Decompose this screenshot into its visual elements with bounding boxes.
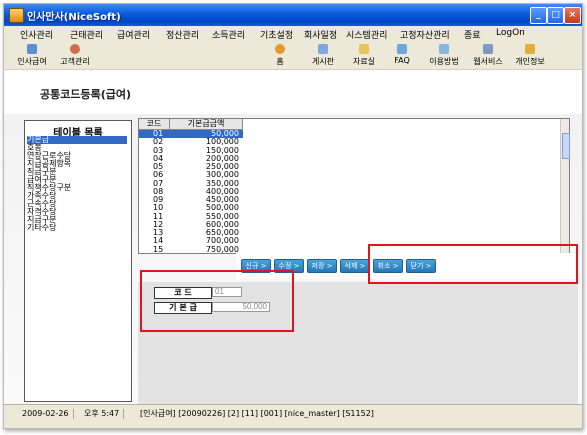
menu-attendance[interactable]: 근태관리: [70, 28, 103, 41]
menu-schedule[interactable]: 회사일정: [304, 28, 337, 41]
app-window: 인사만사(NiceSoft) _ □ × 인사관리 근태관리 급여관리 정산관리…: [3, 3, 583, 429]
menu-bar: 인사관리 근태관리 급여관리 정산관리 소득관리 기초설정 회사일정 시스템관리…: [4, 26, 582, 41]
maximize-button[interactable]: □: [547, 7, 564, 24]
scrollbar-thumb[interactable]: [562, 133, 570, 159]
table-list-panel: 테이블 목록 기본급 호봉 연장근로수당 지급공제항목 직급구분 급여구분 직책수당구분 가족…: [24, 120, 132, 402]
toolbar-privacy-button[interactable]: 개인정보: [512, 44, 548, 67]
row-amount: 750,000: [205, 244, 239, 254]
toolbar-customer-button[interactable]: 고객관리: [58, 44, 92, 67]
faq-icon: [397, 44, 407, 54]
main-content: 테이블 목록 기본급 호봉 연장근로수당 지급공제항목 직급구분 급여구분 직책수당구분 가족…: [4, 114, 582, 404]
toolbar-guide-button[interactable]: 이용방법: [426, 44, 462, 67]
annotation-box-form: [140, 270, 294, 332]
home-icon: [275, 44, 285, 54]
toolbar-customer-label: 고객관리: [60, 57, 90, 66]
table-list: 기본급 호봉 연장근로수당 지급공제항목 직급구분 급여구분 직책수당구분 가족수당 근속수당 자…: [27, 136, 127, 232]
status-info: [인사급여] [20090226] [2] [11] [001] [nice_m…: [140, 409, 374, 418]
menu-logon[interactable]: LogOn: [496, 28, 525, 38]
toolbar-payroll-button[interactable]: 인사급여: [16, 44, 48, 67]
toolbar-archive-label: 자료실: [352, 57, 376, 66]
table-row[interactable]: 15 750,000: [139, 244, 243, 254]
title-bar[interactable]: 인사만사(NiceSoft) _ □ ×: [4, 4, 582, 26]
menu-income[interactable]: 소득관리: [212, 28, 245, 41]
toolbar-board-button[interactable]: 게시판: [308, 44, 338, 67]
payroll-icon: [27, 44, 37, 54]
page-header: 공통코드등록(급여): [4, 70, 582, 114]
toolbar-faq-button[interactable]: FAQ: [392, 44, 412, 65]
row-code: 15: [153, 244, 164, 254]
save-button[interactable]: 저장 >: [307, 259, 337, 273]
status-time: 오후 5:47: [84, 409, 125, 419]
page-title: 공통코드등록(급여): [40, 88, 132, 101]
toolbar-web-service-label: 웹서비스: [473, 57, 503, 66]
guide-icon: [439, 44, 449, 54]
toolbar-board-label: 게시판: [311, 57, 335, 66]
menu-basic-settings[interactable]: 기초설정: [260, 28, 293, 41]
menu-exit[interactable]: 종료: [464, 28, 481, 41]
menu-hr[interactable]: 인사관리: [20, 28, 53, 41]
status-date: 2009-02-26: [22, 409, 74, 419]
app-icon: [9, 8, 24, 23]
toolbar-payroll-label: 인사급여: [17, 57, 47, 66]
table-list-item[interactable]: 기본급: [27, 136, 127, 144]
menu-payroll[interactable]: 급여관리: [117, 28, 150, 41]
toolbar-home-button[interactable]: 홈: [272, 44, 288, 67]
customer-icon: [70, 44, 80, 54]
toolbar-faq-label: FAQ: [394, 56, 410, 65]
status-bar: 2009-02-26 오후 5:47 [인사급여] [20090226] [2]…: [4, 404, 582, 428]
toolbar-privacy-label: 개인정보: [515, 57, 545, 66]
window-title: 인사만사(NiceSoft): [27, 12, 121, 23]
archive-icon: [359, 44, 369, 54]
menu-system[interactable]: 시스템관리: [346, 28, 387, 41]
annotation-box-actions: [368, 244, 578, 284]
toolbar-home-label: 홈: [276, 57, 284, 66]
toolbar-archive-button[interactable]: 자료실: [349, 44, 379, 67]
privacy-icon: [525, 44, 535, 54]
menu-fixed-assets[interactable]: 고정자산관리: [400, 28, 450, 41]
toolbar-guide-label: 이용방법: [429, 57, 459, 66]
toolbar-web-service-button[interactable]: 웹서비스: [470, 44, 506, 67]
web-service-icon: [483, 44, 493, 54]
toolbar: 인사급여 고객관리 홈 게시판 자료실 FAQ 이용방법 웹서비스 개인정보: [4, 41, 582, 70]
close-button[interactable]: ×: [564, 7, 581, 24]
grid-scrollbar[interactable]: [560, 119, 570, 253]
board-icon: [318, 44, 328, 54]
table-list-item[interactable]: 기타수당: [27, 224, 127, 232]
menu-settlement[interactable]: 정산관리: [166, 28, 199, 41]
code-grid: 코드 기본급금액 01 50,000 02 100,000 03 150,000 04 200…: [138, 118, 570, 254]
minimize-button[interactable]: _: [530, 7, 547, 24]
delete-button[interactable]: 삭제 >: [340, 259, 370, 273]
